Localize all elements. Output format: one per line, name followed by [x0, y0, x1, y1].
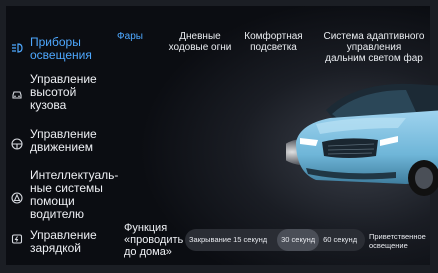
sidebar-item-label: Управление зарядкой: [30, 228, 97, 255]
tab-daytime-running-lights[interactable]: Дневные ходовые огни: [165, 31, 235, 53]
headlight-icon: [11, 41, 23, 53]
option-closing[interactable]: Закрывание: [185, 229, 233, 251]
follow-me-home-label: Функция «проводить до дома»: [124, 222, 184, 258]
tab-adaptive-high-beam[interactable]: Система адаптивного управления дальним с…: [301, 31, 438, 64]
sidebar-item-lighting[interactable]: Приборы освещения: [6, 36, 118, 62]
sidebar-item-label: Управление высотой кузова: [30, 72, 97, 112]
settings-screen: Приборы освещения Управление высотой куз…: [0, 0, 438, 273]
option-60-seconds[interactable]: 60 секунд: [319, 229, 361, 251]
sidebar-item-body-height[interactable]: Управление высотой кузова: [6, 73, 118, 112]
sidebar-item-label: Управление движением: [30, 127, 97, 154]
sidebar-item-charging[interactable]: Управление зарядкой: [6, 229, 118, 255]
tab-comfort-lighting[interactable]: Комфортная подсветка: [236, 31, 311, 53]
sidebar-item-driver-assist[interactable]: Интеллектуаль- ные системы помощи водите…: [6, 169, 118, 221]
bottom-border: [0, 265, 438, 273]
charging-icon: [11, 232, 23, 244]
sidebar-item-label: Интеллектуаль- ные системы помощи водите…: [30, 168, 119, 221]
sidebar-item-drive-control[interactable]: Управление движением: [6, 128, 118, 154]
sidebar-item-label: Приборы освещения: [30, 35, 92, 62]
welcome-lighting-option[interactable]: Приветственное освещение: [369, 232, 435, 250]
tab-headlights[interactable]: Фары: [115, 31, 145, 42]
top-border: [0, 0, 438, 6]
follow-me-home-selector: Закрывание 15 секунд 30 секунд 60 секунд: [185, 229, 365, 251]
car-illustration: [280, 72, 438, 197]
driver-assist-icon: [11, 191, 23, 204]
steering-wheel-icon: [11, 137, 23, 150]
car-body-icon: [11, 87, 23, 99]
option-30-seconds[interactable]: 30 секунд: [277, 229, 320, 251]
option-15-seconds[interactable]: 15 секунд: [233, 229, 271, 251]
